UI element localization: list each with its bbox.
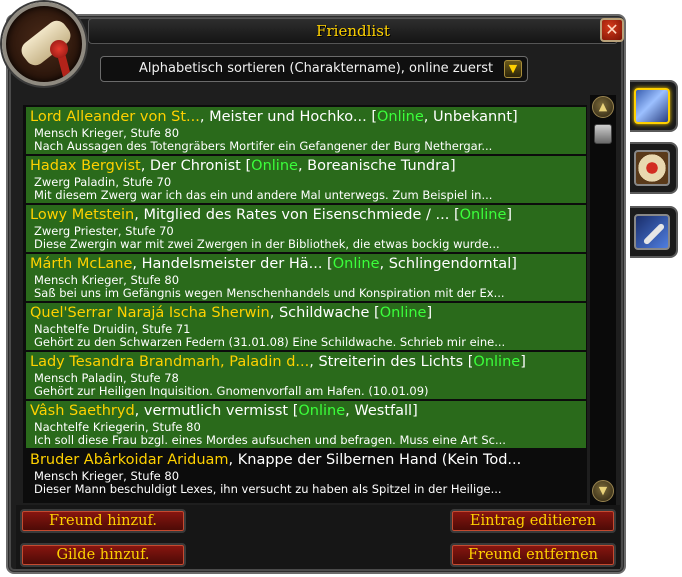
status-open: [: [369, 305, 380, 321]
friend-name: Vâsh Saethryd: [30, 403, 135, 419]
friend-separator: ,: [132, 256, 142, 272]
close-button[interactable]: ✕: [600, 18, 624, 42]
status-open: [: [322, 256, 333, 272]
friend-note: Diese Zwergin war mit zwei Zwergen in de…: [34, 237, 500, 251]
friend-header: Hadax Bergvist, Der Chronist [Online, Bo…: [30, 157, 456, 175]
friend-title: Meister und Hochko...: [209, 109, 367, 125]
add-friend-button[interactable]: Freund hinzuf.: [20, 509, 186, 533]
friend-name: Lady Tesandra Brandmarh, Paladin d...: [30, 354, 310, 370]
status-open: [: [288, 403, 299, 419]
friend-name: Hadax Bergvist: [30, 158, 141, 174]
friend-title: Schildwache: [278, 305, 370, 321]
wax-seal-icon: [50, 40, 68, 58]
friend-note: Dieser Mann beschuldigt Lexes, ihn versu…: [34, 482, 502, 496]
friend-header: Lord Alleander von St..., Meister und Ho…: [30, 108, 518, 126]
friend-name: Lord Alleander von St...: [30, 109, 200, 125]
scrollbar[interactable]: [590, 95, 616, 505]
friend-note: Ich soll diese Frau bzgl. eines Mordes a…: [34, 433, 506, 447]
friend-location: , Westfall]: [345, 403, 418, 419]
friend-note: Nach Aussagen des Totengräbers Mortifer …: [34, 139, 493, 153]
friend-row[interactable]: Bruder Abârkoidar Ariduam, Knappe der Si…: [26, 450, 586, 497]
friend-title: vermutlich vermisst: [143, 403, 289, 419]
tab-guild[interactable]: [630, 142, 678, 194]
friend-location: ]: [506, 207, 513, 223]
friend-separator: ,: [228, 452, 238, 468]
friend-header: Vâsh Saethryd, vermutlich vermisst [Onli…: [30, 402, 418, 420]
sort-dropdown[interactable]: Alphabetisch sortieren (Charaktername), …: [100, 56, 528, 82]
friend-title: Der Chronist: [149, 158, 241, 174]
friend-name: Bruder Abârkoidar Ariduam: [30, 452, 229, 468]
remove-friend-button[interactable]: Freund entfernen: [450, 543, 616, 567]
window-title: Friendlist: [316, 22, 390, 40]
friend-header: Quel'Serrar Narajá Ischa Sherwin, Schild…: [30, 304, 432, 322]
friend-title: Streiterin des Lichts: [318, 354, 464, 370]
friend-status: Online: [459, 207, 507, 223]
friend-location: , Unbekannt]: [423, 109, 518, 125]
friend-row[interactable]: Quel'Serrar Narajá Ischa Sherwin, Schild…: [26, 303, 586, 350]
friend-row[interactable]: Vâsh Saethryd, vermutlich vermisst [Onli…: [26, 401, 586, 448]
friend-note: Gehört zur Heiligen Inquisition. Gnomenv…: [34, 384, 429, 398]
portrait-icon: [2, 2, 86, 86]
status-open: [: [366, 109, 378, 125]
friend-status: Online: [473, 354, 521, 370]
friend-header: Bruder Abârkoidar Ariduam, Knappe der Si…: [30, 451, 521, 469]
tab-friends[interactable]: [630, 80, 678, 132]
friend-location: ]: [520, 354, 526, 370]
friend-location: , Boreanische Tundra]: [297, 158, 456, 174]
scroll-down-button[interactable]: ▼: [592, 480, 614, 502]
friend-location: ]: [426, 305, 433, 321]
friend-note: Saß bei uns im Gefängnis wegen Menschenh…: [34, 286, 505, 300]
friend-status: Online: [377, 109, 424, 125]
friend-separator: ,: [269, 305, 279, 321]
add-guild-button[interactable]: Gilde hinzuf.: [20, 543, 186, 567]
friend-header: Lady Tesandra Brandmarh, Paladin d..., S…: [30, 353, 526, 371]
friend-row[interactable]: Lord Alleander von St..., Meister und Ho…: [26, 107, 586, 154]
friend-note: Gehört zu den Schwarzen Federn (31.01.08…: [34, 335, 506, 349]
tab-settings[interactable]: [630, 206, 678, 258]
friend-row[interactable]: Lowy Metstein, Mitglied des Rates von Ei…: [26, 205, 586, 252]
friend-row[interactable]: Lady Tesandra Brandmarh, Paladin d..., S…: [26, 352, 586, 399]
status-open: [: [463, 354, 474, 370]
friend-status: Online: [332, 256, 380, 272]
friend-row[interactable]: Márth McLane, Handelsmeister der Hä... […: [26, 254, 586, 301]
friend-location: , Schlingendorntal]: [379, 256, 517, 272]
chevron-down-icon[interactable]: ▼: [504, 60, 522, 78]
friend-status: Online: [379, 305, 427, 321]
status-open: [: [449, 207, 460, 223]
friend-title: Knappe der Silbernen Hand (Kein Tod...: [237, 452, 522, 468]
friend-separator: ,: [134, 403, 144, 419]
friend-status: Online: [298, 403, 346, 419]
scroll-thumb[interactable]: [594, 124, 612, 144]
friend-title: Handelsmeister der Hä...: [141, 256, 323, 272]
friend-header: Lowy Metstein, Mitglied des Rates von Ei…: [30, 206, 512, 224]
friend-row[interactable]: Hadax Bergvist, Der Chronist [Online, Bo…: [26, 156, 586, 203]
friend-separator: ,: [140, 158, 150, 174]
friend-separator: ,: [199, 109, 210, 125]
friend-header: Márth McLane, Handelsmeister der Hä... […: [30, 255, 517, 273]
friend-name: Lowy Metstein: [30, 207, 135, 223]
friend-name: Quel'Serrar Narajá Ischa Sherwin: [30, 305, 270, 321]
wrench-icon: [634, 214, 670, 250]
friends-book-icon: [634, 88, 670, 124]
guild-scroll-icon: [634, 150, 670, 186]
friend-name: Márth McLane: [30, 256, 133, 272]
friend-status: Online: [251, 158, 298, 174]
scroll-up-button[interactable]: ▲: [592, 96, 614, 118]
friend-title: Mitglied des Rates von Eisenschmiede / .…: [143, 207, 450, 223]
edit-entry-button[interactable]: Eintrag editieren: [450, 509, 616, 533]
friend-note: Mit diesem Zwerg war ich das ein und and…: [34, 188, 493, 202]
status-open: [: [240, 158, 252, 174]
